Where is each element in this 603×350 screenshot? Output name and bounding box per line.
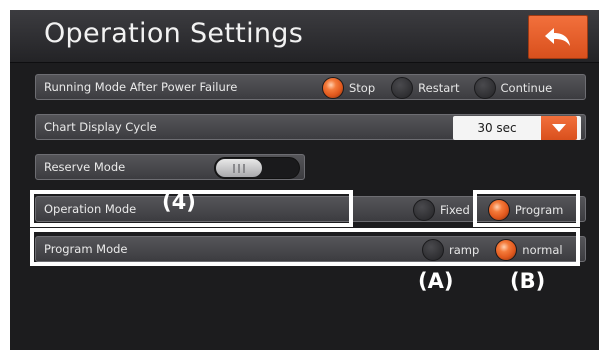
annotation-label-a: (A): [418, 269, 454, 293]
annotation-label-b: (B): [510, 269, 546, 293]
reserve-mode-label: Reserve Mode: [44, 160, 126, 174]
radio-indicator-on: [322, 77, 344, 99]
radio-fixed-label: Fixed: [440, 203, 470, 217]
page-title: Operation Settings: [44, 18, 304, 49]
back-arrow-icon: [545, 28, 570, 46]
dropdown-button[interactable]: [541, 116, 577, 140]
chart-cycle-value: 30 sec: [477, 121, 517, 135]
caret-down-icon: [552, 124, 566, 132]
chart-cycle-select[interactable]: 30 sec: [453, 116, 581, 140]
radio-restart[interactable]: Restart: [391, 77, 463, 99]
radio-indicator-off: [391, 77, 414, 99]
screen: Operation Settings Running Mode After Po…: [10, 10, 599, 350]
power-failure-options: Stop Restart Continue: [322, 75, 556, 101]
grip-line: [238, 163, 240, 173]
annotation-box-program-mode: [30, 228, 580, 266]
radio-fixed[interactable]: Fixed: [413, 199, 474, 221]
radio-restart-label: Restart: [418, 81, 460, 95]
annotation-box-program: [473, 190, 580, 227]
header-bar: Operation Settings: [10, 10, 599, 63]
toggle-knob[interactable]: [216, 159, 262, 177]
chart-cycle-row: Chart Display Cycle 30 sec: [35, 114, 586, 140]
radio-indicator-off: [473, 77, 496, 99]
radio-stop-label: Stop: [349, 81, 376, 95]
chart-cycle-label: Chart Display Cycle: [44, 120, 157, 134]
grip-line: [243, 163, 245, 173]
grip-line: [233, 163, 235, 173]
power-failure-row: Running Mode After Power Failure Stop Re…: [35, 74, 586, 100]
radio-continue-label: Continue: [500, 81, 553, 95]
annotation-label-four: (4): [162, 190, 196, 214]
radio-continue[interactable]: Continue: [473, 77, 557, 99]
back-button[interactable]: [528, 15, 588, 59]
radio-indicator-off: [413, 199, 435, 221]
reserve-mode-toggle[interactable]: [214, 157, 300, 179]
reserve-mode-row: Reserve Mode: [35, 154, 305, 180]
power-failure-label: Running Mode After Power Failure: [44, 80, 238, 94]
radio-stop[interactable]: Stop: [322, 77, 379, 99]
